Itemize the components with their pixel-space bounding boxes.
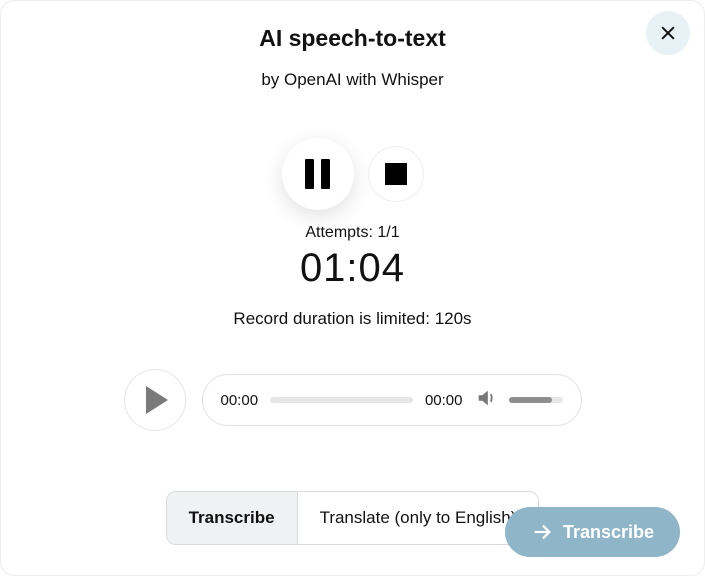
speech-to-text-panel: AI speech-to-text by OpenAI with Whisper… <box>0 0 705 576</box>
pause-button[interactable] <box>282 138 354 210</box>
attempts-label: Attempts: 1/1 <box>25 224 680 242</box>
volume-slider[interactable] <box>509 397 563 403</box>
limit-value: 120s <box>435 309 472 328</box>
play-icon <box>146 386 168 414</box>
page-title: AI speech-to-text <box>25 25 680 52</box>
stop-icon <box>385 163 407 185</box>
total-time: 00:00 <box>425 392 463 409</box>
tab-translate[interactable]: Translate (only to English) <box>297 492 539 544</box>
recorder-controls <box>25 138 680 210</box>
arrow-right-icon <box>531 521 553 543</box>
play-button[interactable] <box>124 369 186 431</box>
recording-timer: 01:04 <box>25 246 680 291</box>
page-subtitle: by OpenAI with Whisper <box>25 70 680 90</box>
close-button[interactable] <box>646 11 690 55</box>
duration-limit-note: Record duration is limited: 120s <box>25 309 680 329</box>
audio-player: 00:00 00:00 <box>25 369 680 431</box>
seek-slider[interactable] <box>270 397 413 403</box>
limit-prefix: Record duration is limited: <box>233 309 434 328</box>
stop-button[interactable] <box>368 146 424 202</box>
attempts-prefix: Attempts: <box>305 224 377 241</box>
attempts-value: 1/1 <box>377 224 399 241</box>
tab-transcribe[interactable]: Transcribe <box>167 492 297 544</box>
volume-fill <box>509 397 552 403</box>
transcribe-button[interactable]: Transcribe <box>505 507 680 557</box>
current-time: 00:00 <box>221 392 259 409</box>
volume-icon[interactable] <box>475 387 497 414</box>
transcribe-button-label: Transcribe <box>563 522 654 543</box>
pause-icon <box>305 159 330 189</box>
audio-progress-bar: 00:00 00:00 <box>202 374 582 426</box>
close-icon <box>658 23 678 43</box>
